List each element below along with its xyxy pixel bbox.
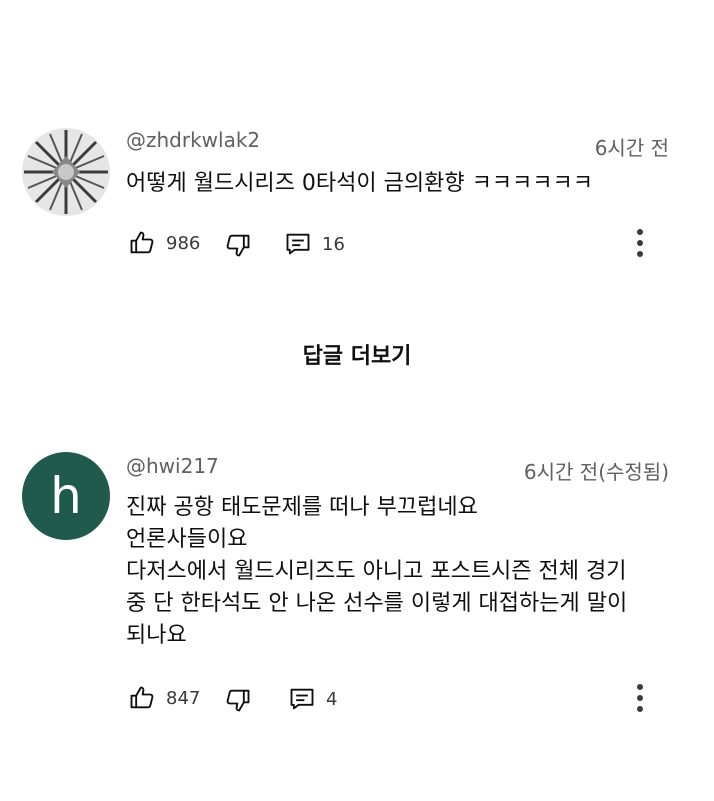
comment-author[interactable]: @zhdrkwlak2 — [126, 128, 260, 152]
comment-author[interactable]: @hwi217 — [126, 454, 219, 478]
dislike-button[interactable] — [224, 228, 252, 262]
avatar-letter: h — [50, 467, 82, 525]
reply-button[interactable]: 4 — [288, 682, 337, 716]
like-button[interactable]: 986 — [128, 226, 200, 260]
thumbs-up-icon — [130, 231, 154, 254]
dislike-button[interactable] — [224, 683, 252, 717]
like-button[interactable]: 847 — [128, 681, 200, 715]
avatar[interactable] — [22, 128, 110, 216]
comment-text-line: 되나요 — [126, 623, 187, 648]
comment-text-line: 진짜 공항 태도문제를 떠나 부끄럽네요 — [126, 495, 478, 520]
like-count: 986 — [166, 232, 201, 254]
more-vert-icon[interactable] — [634, 229, 646, 262]
comment-timestamp: 6시간 전 — [594, 136, 669, 160]
thumbs-down-icon — [226, 234, 250, 257]
reply-count: 16 — [322, 233, 345, 255]
comment-text-line: 중 단 한타석도 안 나온 선수를 이렇게 대접하는게 말이 — [126, 591, 628, 616]
more-vert-icon[interactable] — [634, 684, 646, 717]
diamond-avatar-image — [22, 128, 110, 216]
show-replies-button[interactable]: 답글 더보기 — [0, 338, 714, 370]
reply-icon — [286, 233, 310, 255]
thumbs-up-icon — [130, 686, 154, 709]
comment-timestamp: 6시간 전(수정됨) — [523, 460, 669, 484]
comment-text: 어떻게 월드시리즈 0타석이 금의환향 ㅋㅋㅋㅋㅋㅋ — [126, 168, 593, 200]
like-count: 847 — [166, 687, 201, 709]
comment-text-line: 다저스에서 월드시리즈도 아니고 포스트시즌 전체 경기 — [126, 559, 627, 584]
avatar[interactable]: h — [22, 452, 110, 540]
reply-button[interactable]: 16 — [284, 227, 345, 261]
comment-text: 진짜 공항 태도문제를 떠나 부끄럽네요 언론사들이요 다저스에서 월드시리즈도… — [126, 492, 627, 652]
comment-text-line: 언론사들이요 — [126, 527, 248, 552]
thumbs-down-icon — [226, 689, 250, 712]
comment-text-line: 어떻게 월드시리즈 0타석이 금의환향 ㅋㅋㅋㅋㅋㅋ — [126, 171, 594, 196]
reply-count: 4 — [326, 688, 338, 710]
reply-icon — [290, 688, 314, 710]
